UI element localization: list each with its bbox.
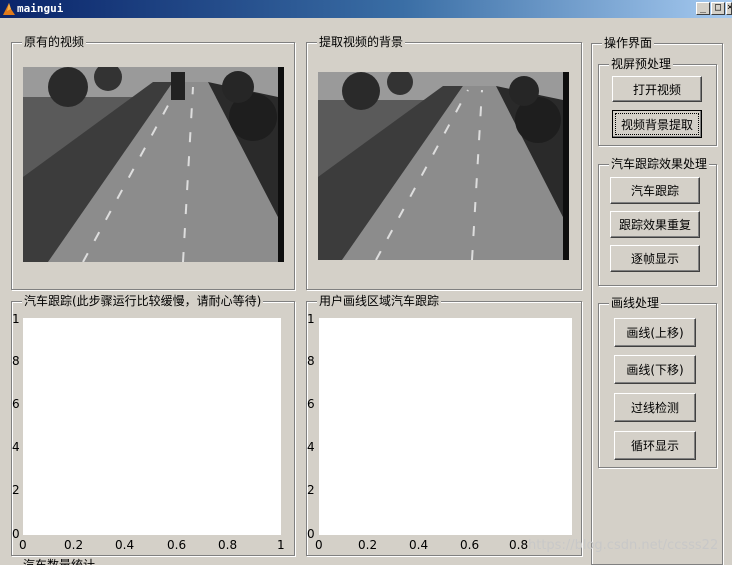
region-tracking-axes — [319, 318, 572, 535]
tracking-axes — [23, 318, 281, 535]
xtick: 0 — [19, 538, 27, 552]
ytick: 4 — [307, 440, 315, 454]
extract-background-button[interactable]: 视频背景提取 — [612, 110, 702, 138]
xtick: 0.2 — [358, 538, 378, 552]
operations-title: 操作界面 — [602, 36, 655, 50]
region-tracking-title: 用户画线区域汽车跟踪 — [317, 294, 442, 308]
xtick: 0.8 — [509, 538, 529, 552]
ytick: 4 — [12, 440, 20, 454]
line-down-button[interactable]: 画线(下移) — [614, 355, 696, 384]
tracking-effects-title: 汽车跟踪效果处理 — [609, 157, 710, 171]
original-video-frame — [23, 67, 284, 262]
xtick: 0.6 — [167, 538, 187, 552]
ytick: 2 — [307, 483, 315, 497]
open-video-button[interactable]: 打开视频 — [612, 76, 702, 102]
watermark-text: https://blog.csdn.net/ccsss22 — [528, 538, 719, 553]
xtick: 0.4 — [409, 538, 429, 552]
line-drawing-title: 画线处理 — [609, 296, 662, 310]
xtick: 0.4 — [115, 538, 135, 552]
ytick: 1 — [307, 312, 315, 326]
maximize-button[interactable]: □ — [711, 2, 725, 15]
tracking-title: 汽车跟踪(此步骤运行比较缓慢，请耐心等待) — [22, 294, 264, 308]
window-title: maingui — [17, 2, 64, 15]
xtick: 0 — [315, 538, 323, 552]
line-up-button[interactable]: 画线(上移) — [614, 318, 696, 347]
close-button[interactable]: × — [726, 2, 732, 15]
matlab-icon — [3, 3, 15, 15]
track-cars-button[interactable]: 汽车跟踪 — [610, 177, 700, 204]
background-title: 提取视频的背景 — [317, 35, 406, 49]
xtick: 0.8 — [218, 538, 238, 552]
frame-by-frame-button[interactable]: 逐帧显示 — [610, 245, 700, 272]
background-video-frame — [318, 72, 569, 260]
ytick: 6 — [307, 397, 315, 411]
ytick: 8 — [12, 354, 20, 368]
title-bar: maingui _ □ × — [0, 0, 732, 18]
ytick: 1 — [12, 312, 20, 326]
statistics-title: 汽车数量统计 — [23, 558, 96, 565]
preprocess-title: 视屏预处理 — [609, 57, 674, 71]
xtick: 0.6 — [460, 538, 480, 552]
minimize-button[interactable]: _ — [696, 2, 710, 15]
xtick: 0.2 — [64, 538, 84, 552]
original-video-title: 原有的视频 — [22, 35, 87, 49]
loop-display-button[interactable]: 循环显示 — [614, 431, 696, 460]
xtick: 1 — [277, 538, 285, 552]
ytick: 0 — [307, 527, 315, 541]
crossing-detection-button[interactable]: 过线检测 — [614, 393, 696, 422]
ytick: 8 — [307, 354, 315, 368]
replay-effect-button[interactable]: 跟踪效果重复 — [610, 211, 700, 238]
ytick: 2 — [12, 483, 20, 497]
ytick: 6 — [12, 397, 20, 411]
